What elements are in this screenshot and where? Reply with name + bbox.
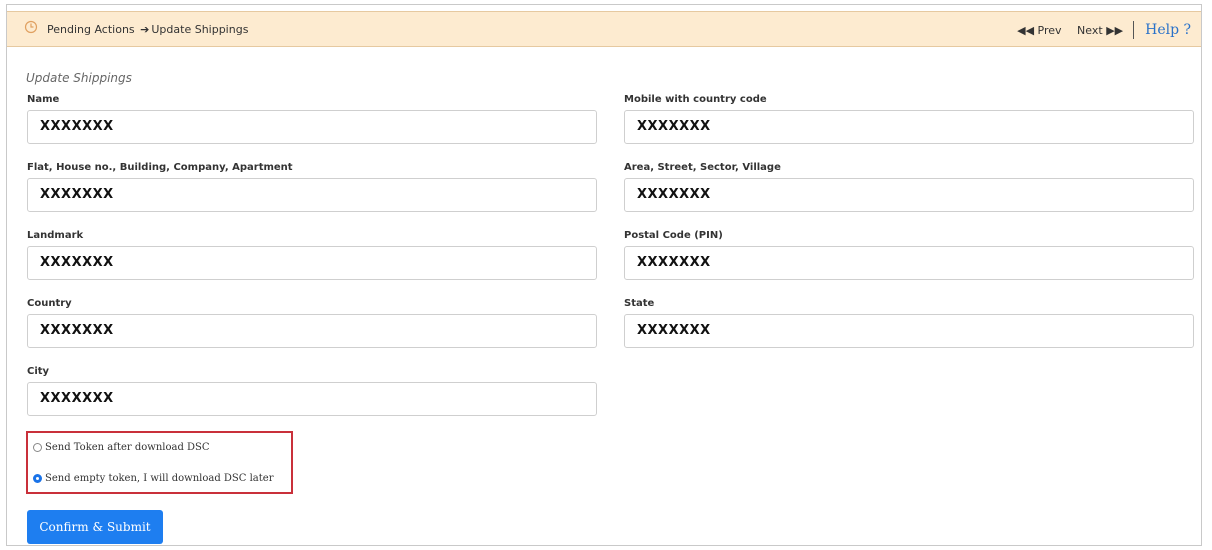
token-option-1-label: Send Token after download DSC [45, 442, 210, 453]
country-label: Country [27, 298, 72, 309]
token-option-2-label: Send empty token, I will download DSC la… [45, 473, 274, 484]
flat-label: Flat, House no., Building, Company, Apar… [27, 162, 293, 173]
mobile-label: Mobile with country code [624, 94, 767, 105]
area-label: Area, Street, Sector, Village [624, 162, 781, 173]
name-field[interactable]: XXXXXXX [27, 110, 597, 144]
breadcrumb-parent[interactable]: Pending Actions [47, 23, 135, 36]
city-field[interactable]: XXXXXXX [27, 382, 597, 416]
clock-icon [24, 20, 38, 34]
help-link[interactable]: Help ? [1145, 22, 1191, 38]
breadcrumb: Pending Actions ➔ Update Shippings [47, 23, 248, 36]
breadcrumb-arrow-icon: ➔ [140, 23, 150, 36]
double-right-arrow-icon: ▶▶ [1106, 23, 1124, 37]
postal-label: Postal Code (PIN) [624, 230, 723, 241]
token-options-group: Send Token after download DSC Send empty… [26, 431, 293, 494]
form-title: Update Shippings [26, 71, 132, 85]
next-button[interactable]: Next ▶▶ [1077, 23, 1123, 37]
state-label: State [624, 298, 655, 309]
pager-nav: ◀◀ Prev Next ▶▶ Help ? [1017, 21, 1191, 39]
postal-field[interactable]: XXXXXXX [624, 246, 1194, 280]
flat-field[interactable]: XXXXXXX [27, 178, 597, 212]
city-label: City [27, 366, 50, 377]
country-field[interactable]: XXXXXXX [27, 314, 597, 348]
confirm-submit-button[interactable]: Confirm & Submit [27, 510, 163, 544]
state-field[interactable]: XXXXXXX [624, 314, 1194, 348]
token-option-2[interactable]: Send empty token, I will download DSC la… [33, 473, 273, 484]
radio-unchecked-icon[interactable] [33, 443, 42, 452]
header-bar: Pending Actions ➔ Update Shippings ◀◀ Pre… [7, 11, 1201, 47]
mobile-field[interactable]: XXXXXXX [624, 110, 1194, 144]
radio-checked-icon[interactable] [33, 474, 42, 483]
double-left-arrow-icon: ◀◀ [1017, 23, 1035, 37]
landmark-field[interactable]: XXXXXXX [27, 246, 597, 280]
token-option-1[interactable]: Send Token after download DSC [33, 442, 210, 453]
breadcrumb-current: Update Shippings [151, 23, 249, 36]
area-field[interactable]: XXXXXXX [624, 178, 1194, 212]
prev-button[interactable]: ◀◀ Prev [1017, 23, 1061, 37]
prev-label: Prev [1037, 23, 1062, 37]
name-label: Name [27, 94, 60, 105]
landmark-label: Landmark [27, 230, 84, 241]
page-frame: Pending Actions ➔ Update Shippings ◀◀ Pre… [6, 4, 1202, 546]
next-label: Next [1077, 23, 1103, 37]
nav-divider [1132, 21, 1134, 39]
